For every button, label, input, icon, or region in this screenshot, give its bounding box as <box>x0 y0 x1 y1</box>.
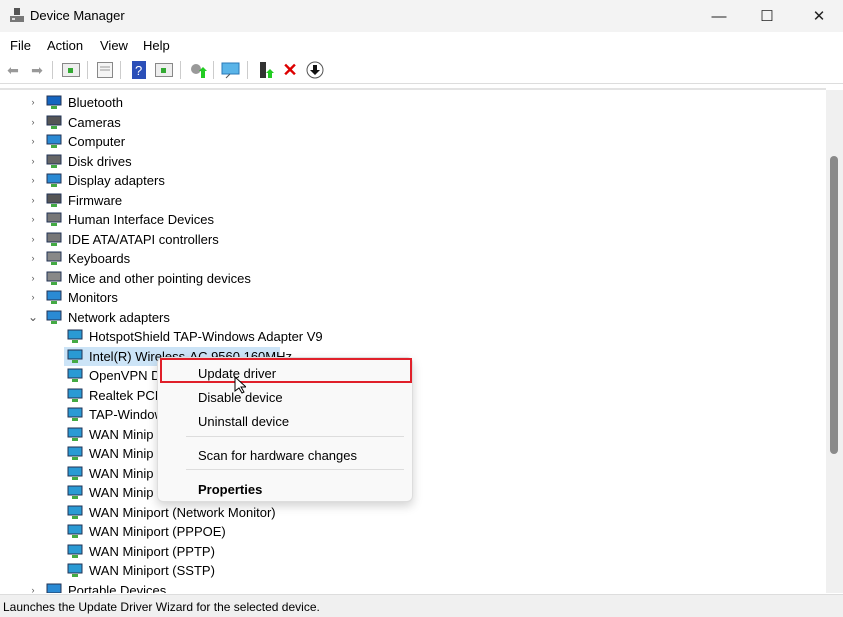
device-icon <box>67 563 83 577</box>
svg-text:?: ? <box>135 63 142 78</box>
tree-item-label: Realtek PCIe <box>89 387 166 403</box>
tree-item-label: WAN Miniport (PPTP) <box>89 543 215 559</box>
tree-item-label: IDE ATA/ATAPI controllers <box>68 231 219 247</box>
chevron-right-icon[interactable]: › <box>28 581 38 594</box>
menu-file[interactable]: File <box>10 38 31 53</box>
device-icon <box>67 544 83 558</box>
tree-item-label: WAN Miniport (Network Monitor) <box>89 504 276 520</box>
device-icon <box>67 329 83 343</box>
menu-uninstall-device[interactable]: Uninstall device <box>198 414 289 429</box>
device-icon <box>67 388 83 402</box>
disable-device-icon[interactable] <box>305 60 325 80</box>
chevron-right-icon[interactable]: › <box>28 152 38 171</box>
tree-item-label: WAN Minip <box>89 426 154 442</box>
tree-item-label: WAN Minip <box>89 446 154 461</box>
title-bar: Device Manager — ☐ ✕ <box>0 0 843 32</box>
tree-item-label: Firmware <box>68 192 123 208</box>
status-bar: Launches the Update Driver Wizard for th… <box>0 594 843 617</box>
tree-item-label: Mice and other pointing devices <box>68 270 251 286</box>
device-icon <box>46 290 62 304</box>
device-icon <box>67 505 83 519</box>
chevron-right-icon[interactable]: › <box>28 230 38 249</box>
window-title: Device Manager <box>30 8 125 23</box>
device-icon <box>46 310 62 324</box>
tree-item-label: Bluetooth <box>68 95 123 110</box>
tree-item-label: Human Interface Devices <box>68 212 214 227</box>
device-icon <box>46 212 62 226</box>
tree-item-label: Portable Devices <box>68 582 167 594</box>
tree-item-label: Display adapters <box>68 173 165 188</box>
device-icon <box>46 583 62 593</box>
tree-item-label: Disk drives <box>68 153 132 169</box>
chevron-right-icon[interactable]: › <box>28 210 38 229</box>
tree-item-label: TAP-Window <box>89 407 164 422</box>
mouse-cursor-icon <box>234 376 246 394</box>
device-icon <box>46 232 62 246</box>
device-manager-icon <box>10 8 24 22</box>
device-icon <box>46 95 62 109</box>
close-button[interactable]: ✕ <box>796 0 842 32</box>
minimize-button[interactable]: — <box>696 0 742 32</box>
chevron-right-icon[interactable]: › <box>28 288 38 307</box>
device-icon <box>67 446 83 460</box>
chevron-right-icon[interactable]: › <box>28 171 38 190</box>
back-icon[interactable]: ⬅ <box>3 60 23 80</box>
device-icon <box>67 485 83 499</box>
device-icon <box>46 134 62 148</box>
menu-view[interactable]: View <box>100 38 128 53</box>
scan-hardware-icon[interactable] <box>221 60 241 80</box>
tree-item-label: HotspotShield TAP-Windows Adapter V9 <box>89 329 323 344</box>
chevron-right-icon[interactable]: › <box>28 249 38 268</box>
device-tree: › Bluetooth › Cameras › Computer › Disk drives ›… <box>0 88 826 593</box>
properties-icon[interactable] <box>95 60 115 80</box>
uninstall-icon[interactable]: ✕ <box>280 60 300 80</box>
device-icon <box>46 173 62 187</box>
chevron-down-icon[interactable]: ⌄ <box>28 308 38 327</box>
device-icon <box>46 154 62 168</box>
device-icon <box>46 115 62 129</box>
forward-icon[interactable]: ➡ <box>27 60 47 80</box>
device-icon <box>67 407 83 421</box>
device-icon <box>67 524 83 538</box>
vertical-scrollbar[interactable] <box>826 90 843 593</box>
device-icon <box>67 349 83 363</box>
tree-item-label: WAN Miniport (SSTP) <box>89 563 215 578</box>
menu-help[interactable]: Help <box>143 38 170 53</box>
toolbar: ⬅ ➡ ? ✕ <box>0 56 843 84</box>
show-hide-console-tree-icon[interactable] <box>61 60 81 80</box>
tree-item-label: WAN Minip <box>89 485 154 500</box>
tree-item-label: Monitors <box>68 290 118 305</box>
device-icon <box>46 251 62 265</box>
enable-device-icon[interactable] <box>256 60 276 80</box>
menu-action[interactable]: Action <box>47 38 83 53</box>
maximize-button[interactable]: ☐ <box>744 0 790 32</box>
tree-item-label: WAN Minip <box>89 465 154 481</box>
chevron-right-icon[interactable]: › <box>28 191 38 210</box>
highlight-box <box>160 358 412 383</box>
action-pane-icon[interactable] <box>154 60 174 80</box>
tree-item-label: Cameras <box>68 114 121 130</box>
menu-separator <box>186 436 404 437</box>
chevron-right-icon[interactable]: › <box>28 93 38 112</box>
menu-separator <box>186 469 404 470</box>
tree-item-label: Computer <box>68 134 126 149</box>
device-icon <box>67 466 83 480</box>
menu-scan-hardware[interactable]: Scan for hardware changes <box>198 448 357 463</box>
tree-item-label: OpenVPN D <box>89 368 161 383</box>
chevron-right-icon[interactable]: › <box>28 269 38 288</box>
update-driver-icon[interactable] <box>188 60 208 80</box>
chevron-right-icon[interactable]: › <box>28 132 38 151</box>
device-icon <box>67 427 83 441</box>
scrollbar-thumb[interactable] <box>830 156 838 454</box>
device-icon <box>46 271 62 285</box>
tree-item-label: Network adapters <box>68 309 170 325</box>
tree-item-label: Keyboards <box>68 251 131 266</box>
help-icon[interactable]: ? <box>129 60 149 80</box>
menu-properties[interactable]: Properties <box>198 482 262 497</box>
chevron-right-icon[interactable]: › <box>28 113 38 132</box>
tree-item-label: WAN Miniport (PPPOE) <box>89 524 226 539</box>
menu-bar: File Action View Help <box>0 32 843 56</box>
device-icon <box>46 193 62 207</box>
device-icon <box>67 368 83 382</box>
